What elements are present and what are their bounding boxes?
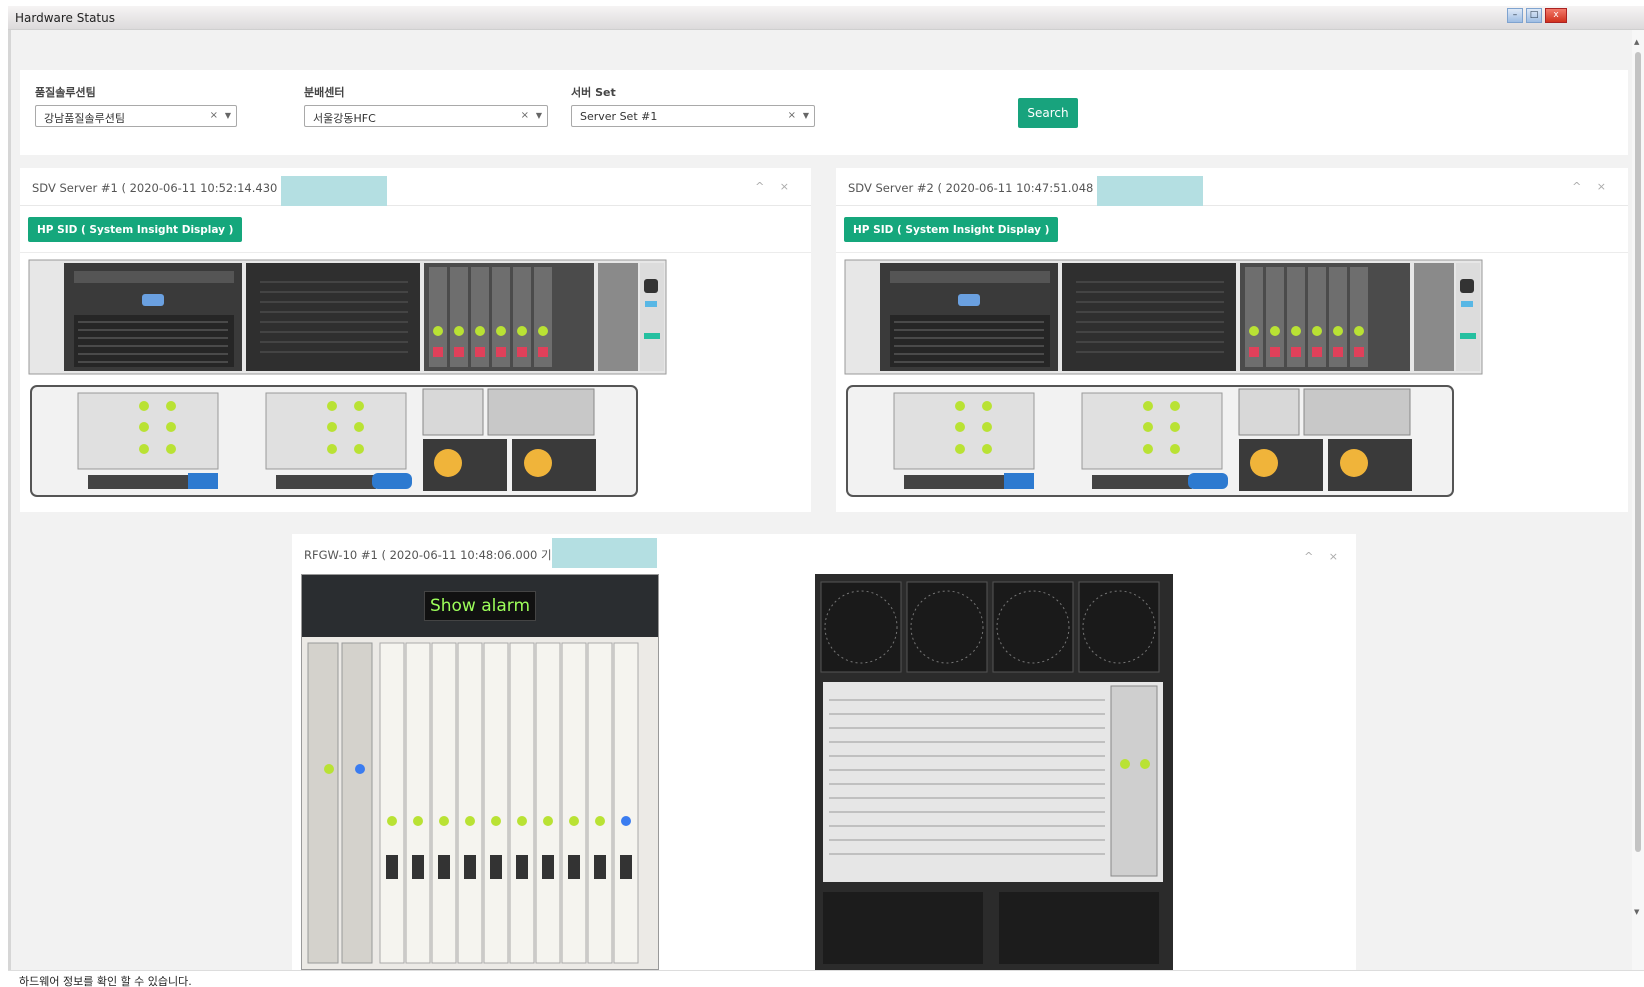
filter-label-center: 분배센터: [304, 86, 345, 99]
divider: [836, 252, 1628, 253]
sdv-server-1-panel: SDV Server #1 ( 2020-06-11 10:52:14.430 …: [20, 168, 811, 512]
minimize-button[interactable]: –: [1507, 8, 1523, 23]
server-rear-image: [30, 385, 638, 497]
clear-icon[interactable]: ×: [788, 110, 796, 121]
highlight-bar: [281, 176, 387, 206]
vertical-scrollbar[interactable]: ▲ ▼: [1632, 30, 1644, 970]
clear-icon[interactable]: ×: [210, 110, 218, 121]
scroll-down-icon[interactable]: ▼: [1634, 908, 1639, 916]
highlight-bar: [1097, 176, 1203, 206]
chevron-down-icon[interactable]: ▼: [536, 111, 542, 120]
filter-label-serverset: 서버 Set: [571, 86, 616, 99]
search-button[interactable]: Search: [1018, 98, 1078, 128]
status-bar: 하드웨어 정보를 확인 할 수 있습니다.: [8, 970, 1644, 987]
panel-header: SDV Server #1 ( 2020-06-11 10:52:14.430 …: [20, 168, 811, 206]
panel-header: RFGW-10 #1 ( 2020-06-11 10:48:06.000 기준 …: [292, 534, 1356, 572]
panel-tools[interactable]: ^ ×: [755, 180, 795, 193]
scrollbar-thumb[interactable]: [1635, 52, 1641, 852]
panel-tools[interactable]: ^ ×: [1304, 550, 1344, 563]
hp-sid-button[interactable]: HP SID ( System Insight Display ): [28, 217, 243, 242]
scroll-up-icon[interactable]: ▲: [1634, 38, 1639, 46]
panel-tools[interactable]: ^ ×: [1572, 180, 1612, 193]
divider: [20, 252, 811, 253]
sdv-server-2-panel: SDV Server #2 ( 2020-06-11 10:47:51.048 …: [836, 168, 1628, 512]
filter-bar: 품질솔루션팀 강남품질솔루션팀 × ▼ 분배센터 서울강동HFC × ▼ 서버 …: [20, 70, 1628, 155]
panel-title: SDV Server #1 ( 2020-06-11 10:52:14.430 …: [32, 181, 303, 195]
serverset-select[interactable]: Server Set #1 × ▼: [571, 105, 815, 127]
server-rear-image: [846, 385, 1454, 497]
highlight-bar: [552, 538, 657, 568]
rfgw-linecards: [307, 642, 639, 964]
show-alarm-button[interactable]: Show alarm: [424, 591, 536, 621]
rfgw-rear-image[interactable]: [815, 574, 1173, 970]
team-select[interactable]: 강남품질솔루션팀 × ▼: [35, 105, 237, 127]
server-front-image: [28, 259, 667, 375]
server-front-rear-image[interactable]: [844, 259, 1484, 509]
server-front-image: [844, 259, 1483, 375]
status-text: 하드웨어 정보를 확인 할 수 있습니다.: [19, 975, 192, 987]
clear-icon[interactable]: ×: [521, 110, 529, 121]
rfgw-panel: RFGW-10 #1 ( 2020-06-11 10:48:06.000 기준 …: [292, 534, 1356, 970]
chevron-down-icon[interactable]: ▼: [803, 111, 809, 120]
window-titlebar: Hardware Status – □ x: [8, 6, 1644, 30]
center-select-value: 서울강동HFC: [313, 112, 376, 125]
panel-header: SDV Server #2 ( 2020-06-11 10:47:51.048 …: [836, 168, 1628, 206]
chevron-down-icon[interactable]: ▼: [225, 111, 231, 120]
panel-title: RFGW-10 #1 ( 2020-06-11 10:48:06.000 기준 …: [304, 548, 571, 562]
maximize-button[interactable]: □: [1526, 8, 1542, 23]
window-title: Hardware Status: [15, 11, 115, 25]
server-front-rear-image[interactable]: [28, 259, 668, 509]
panel-title: SDV Server #2 ( 2020-06-11 10:47:51.048 …: [848, 181, 1119, 195]
serverset-select-value: Server Set #1: [580, 110, 658, 123]
filter-label-team: 품질솔루션팀: [35, 86, 96, 99]
hp-sid-button[interactable]: HP SID ( System Insight Display ): [844, 217, 1059, 242]
rfgw-front-image[interactable]: Show alarm: [301, 574, 659, 970]
close-button[interactable]: x: [1545, 8, 1567, 23]
team-select-value: 강남품질솔루션팀: [44, 112, 125, 125]
center-select[interactable]: 서울강동HFC × ▼: [304, 105, 548, 127]
